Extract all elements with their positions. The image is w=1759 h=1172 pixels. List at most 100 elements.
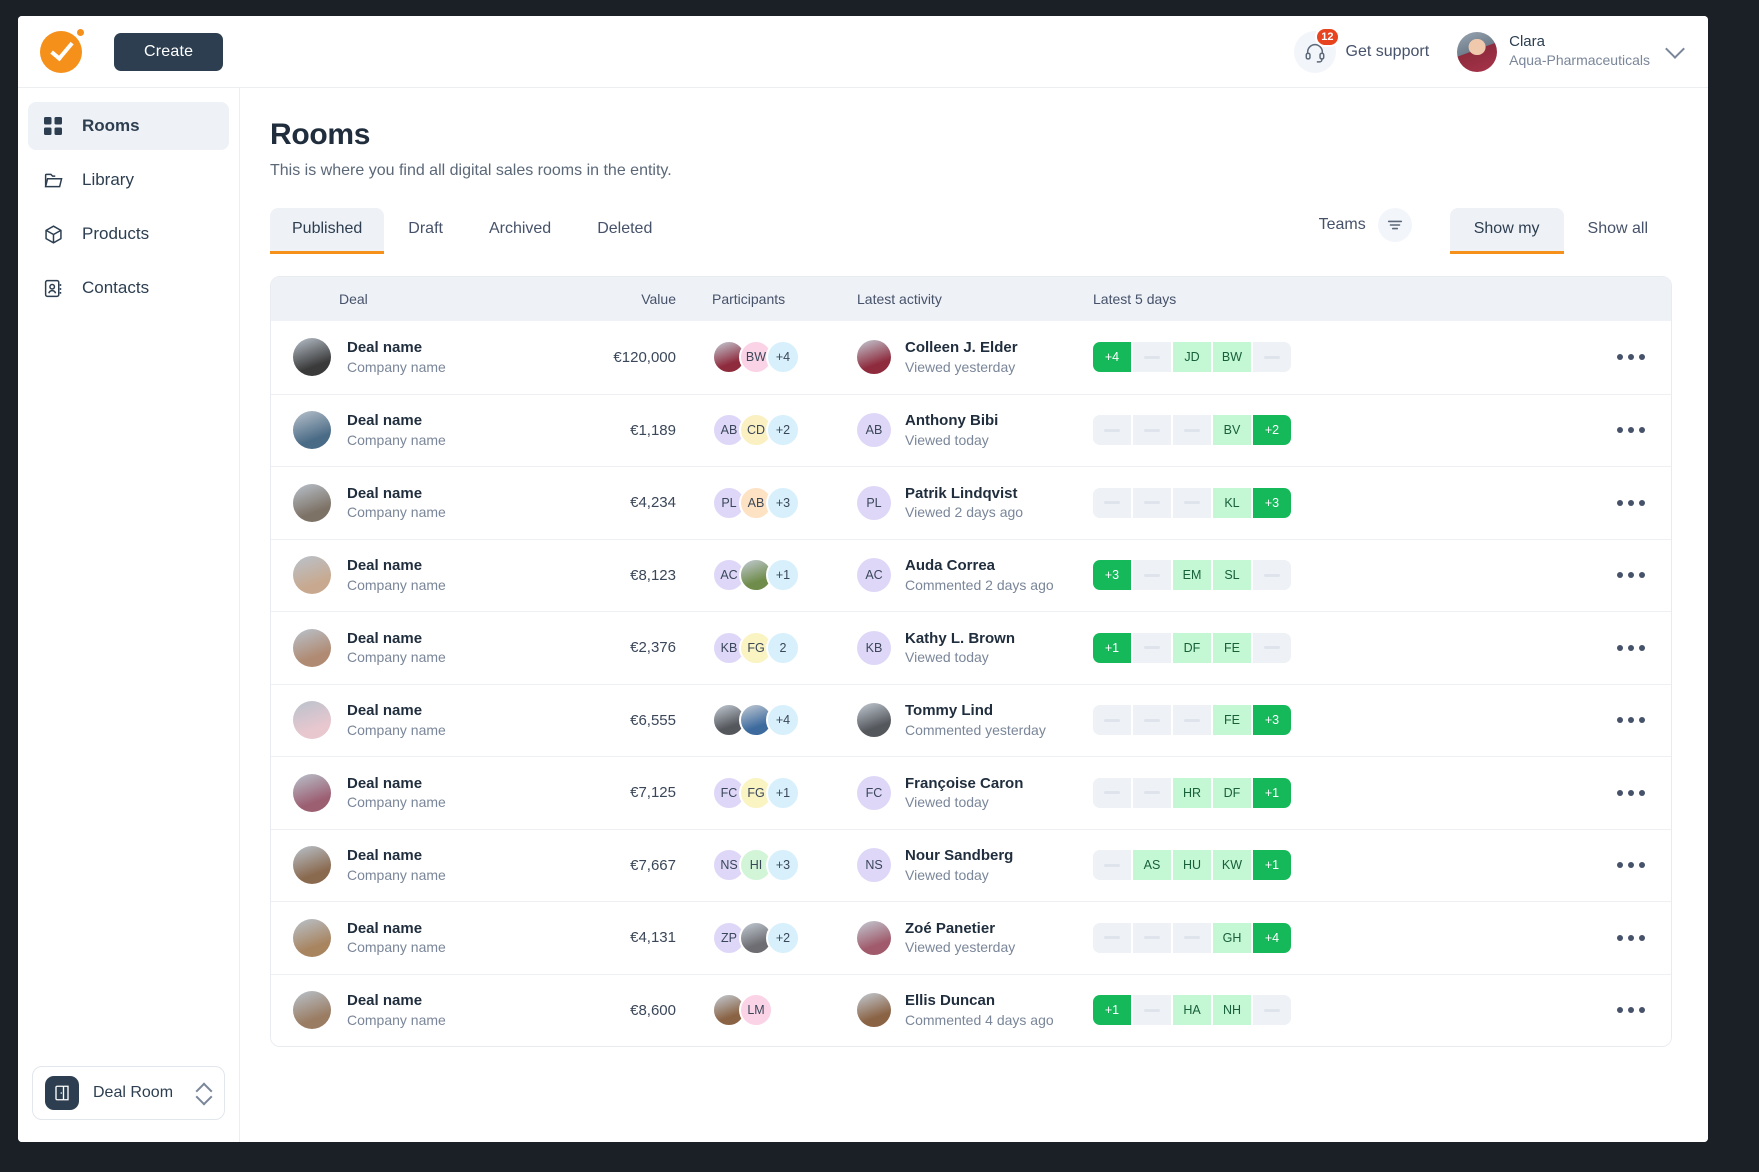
participants-cell[interactable]: FC FG +1 [676,775,821,810]
latest-5-days-cell: +3 EM SL [1061,560,1591,591]
participants-cell[interactable]: NS HI +3 [676,848,821,883]
deal-company: Company name [347,794,446,811]
participants-cell[interactable]: BW +4 [676,340,821,375]
activity-person-name: Ellis Duncan [905,992,996,1010]
participants-cell[interactable]: +4 [676,703,821,738]
workspace-label: Deal Room [93,1084,174,1101]
participants-overflow-count: +3 [766,485,800,520]
table-row[interactable]: Deal name Company name €4,234 PL AB +3 PL Patri… [271,466,1671,539]
day-segment: FE [1213,705,1251,736]
deal-value: €7,667 [630,856,676,874]
row-actions-button[interactable] [1591,789,1671,796]
latest-5-days-bar: AS HU KW +1 [1093,850,1291,881]
table-row[interactable]: Deal name Company name €120,000 BW +4 Colleen… [271,321,1671,394]
tab-archived[interactable]: Archived [467,208,573,254]
activity-initials: NS [857,848,891,883]
deal-cell: Deal name Company name [271,846,531,885]
deal-avatar [293,338,331,377]
tab-deleted[interactable]: Deleted [575,208,674,254]
profile-text: Clara Aqua-Pharmaceuticals [1509,33,1650,69]
day-segment: JD [1173,342,1211,373]
table-body: Deal name Company name €120,000 BW +4 Colleen… [271,321,1671,1046]
day-segment: +1 [1093,632,1131,663]
row-actions-button[interactable] [1591,499,1671,506]
ellipsis-icon [1617,789,1645,796]
show-all-button[interactable]: Show all [1564,208,1672,254]
day-segment: +1 [1253,850,1291,881]
teams-filter[interactable]: Teams [1319,208,1412,254]
tab-published[interactable]: Published [270,208,385,254]
row-actions-button[interactable] [1591,934,1671,941]
day-segment: HR [1173,777,1211,808]
latest-activity-cell: Zoé Panetier Viewed yesterday [821,919,1061,957]
deal-name: Deal name [347,339,423,357]
ellipsis-icon [1617,644,1645,651]
activity-initials: AB [857,413,891,448]
door-icon [45,1076,79,1110]
create-button[interactable]: Create [114,32,224,71]
participants-cell[interactable]: ZP +2 [676,920,821,955]
day-segment [1093,487,1131,518]
get-support-button[interactable]: 12 Get support [1293,26,1429,73]
workspace-selector[interactable]: Deal Room [32,1066,225,1120]
day-segment [1173,922,1211,953]
sidebar-item-library[interactable]: Library [28,156,229,204]
activity-timestamp: Viewed yesterday [905,358,1016,375]
sidebar-item-rooms[interactable]: Rooms [28,102,229,150]
row-actions-button[interactable] [1591,427,1671,434]
latest-5-days-cell: FE +3 [1061,705,1591,736]
sidebar: Rooms Library Products Contacts Deal Roo… [18,88,240,1142]
latest-5-days-cell: +4 JD BW [1061,342,1591,373]
activity-avatar [857,340,891,375]
participants-cell[interactable]: PL AB +3 [676,485,821,520]
activity-timestamp: Viewed yesterday [905,939,1016,956]
latest-activity-cell: NS Nour Sandberg Viewed today [821,846,1061,884]
day-segment [1133,995,1171,1026]
participants-cell[interactable]: KB FG 2 [676,630,821,665]
day-segment [1253,560,1291,591]
row-actions-button[interactable] [1591,717,1671,724]
deal-company: Company name [347,939,446,956]
row-actions-button[interactable] [1591,354,1671,361]
headset-icon: 12 [1293,26,1340,73]
row-actions-button[interactable] [1591,1007,1671,1014]
latest-activity-cell: PL Patrik Lindqvist Viewed 2 days ago [821,484,1061,522]
day-segment [1093,777,1131,808]
latest-5-days-cell: HR DF +1 [1061,777,1591,808]
table-row[interactable]: Deal name Company name €4,131 ZP +2 Zoé Panet… [271,901,1671,974]
table-row[interactable]: Deal name Company name €6,555 +4 Tommy Lind C… [271,683,1671,756]
profile-menu[interactable]: Clara Aqua-Pharmaceuticals [1457,31,1685,72]
deal-company: Company name [347,504,446,521]
participants-cell[interactable]: AC +1 [676,558,821,593]
row-actions-button[interactable] [1591,862,1671,869]
table-row[interactable]: Deal name Company name €1,189 AB CD +2 AB Antho… [271,393,1671,466]
show-my-button[interactable]: Show my [1449,208,1564,254]
deal-cell: Deal name Company name [271,918,531,957]
participants-cell[interactable]: AB CD +2 [676,413,821,448]
app-logo-icon[interactable] [40,28,84,73]
filter-icon[interactable] [1377,208,1412,242]
table-row[interactable]: Deal name Company name €7,667 NS HI +3 NS Nour … [271,828,1671,901]
day-segment: KL [1213,487,1251,518]
day-segment [1253,342,1291,373]
participants-overflow-count: +3 [766,848,800,883]
deal-text: Deal name Company name [347,556,446,594]
chevron-updown-icon[interactable] [196,1082,212,1104]
row-actions-button[interactable] [1591,644,1671,651]
table-row[interactable]: Deal name Company name €8,600 LM Ellis Dunca… [271,973,1671,1046]
table-row[interactable]: Deal name Company name €2,376 KB FG 2 KB Kathy … [271,611,1671,684]
sidebar-item-products[interactable]: Products [28,210,229,258]
activity-timestamp: Viewed 2 days ago [905,504,1024,521]
activity-person-name: Colleen J. Elder [905,339,1018,357]
deal-value: €2,376 [630,639,676,657]
latest-activity-cell: KB Kathy L. Brown Viewed today [821,629,1061,667]
tab-draft[interactable]: Draft [386,208,465,254]
row-actions-button[interactable] [1591,572,1671,579]
sidebar-item-label: Library [82,170,134,189]
table-row[interactable]: Deal name Company name €8,123 AC +1 AC Auda Co… [271,538,1671,611]
day-segment [1133,487,1171,518]
sidebar-item-contacts[interactable]: Contacts [28,264,229,312]
participants-cell[interactable]: LM [676,993,821,1028]
deal-avatar [293,411,331,450]
table-row[interactable]: Deal name Company name €7,125 FC FG +1 FC Franç… [271,756,1671,829]
